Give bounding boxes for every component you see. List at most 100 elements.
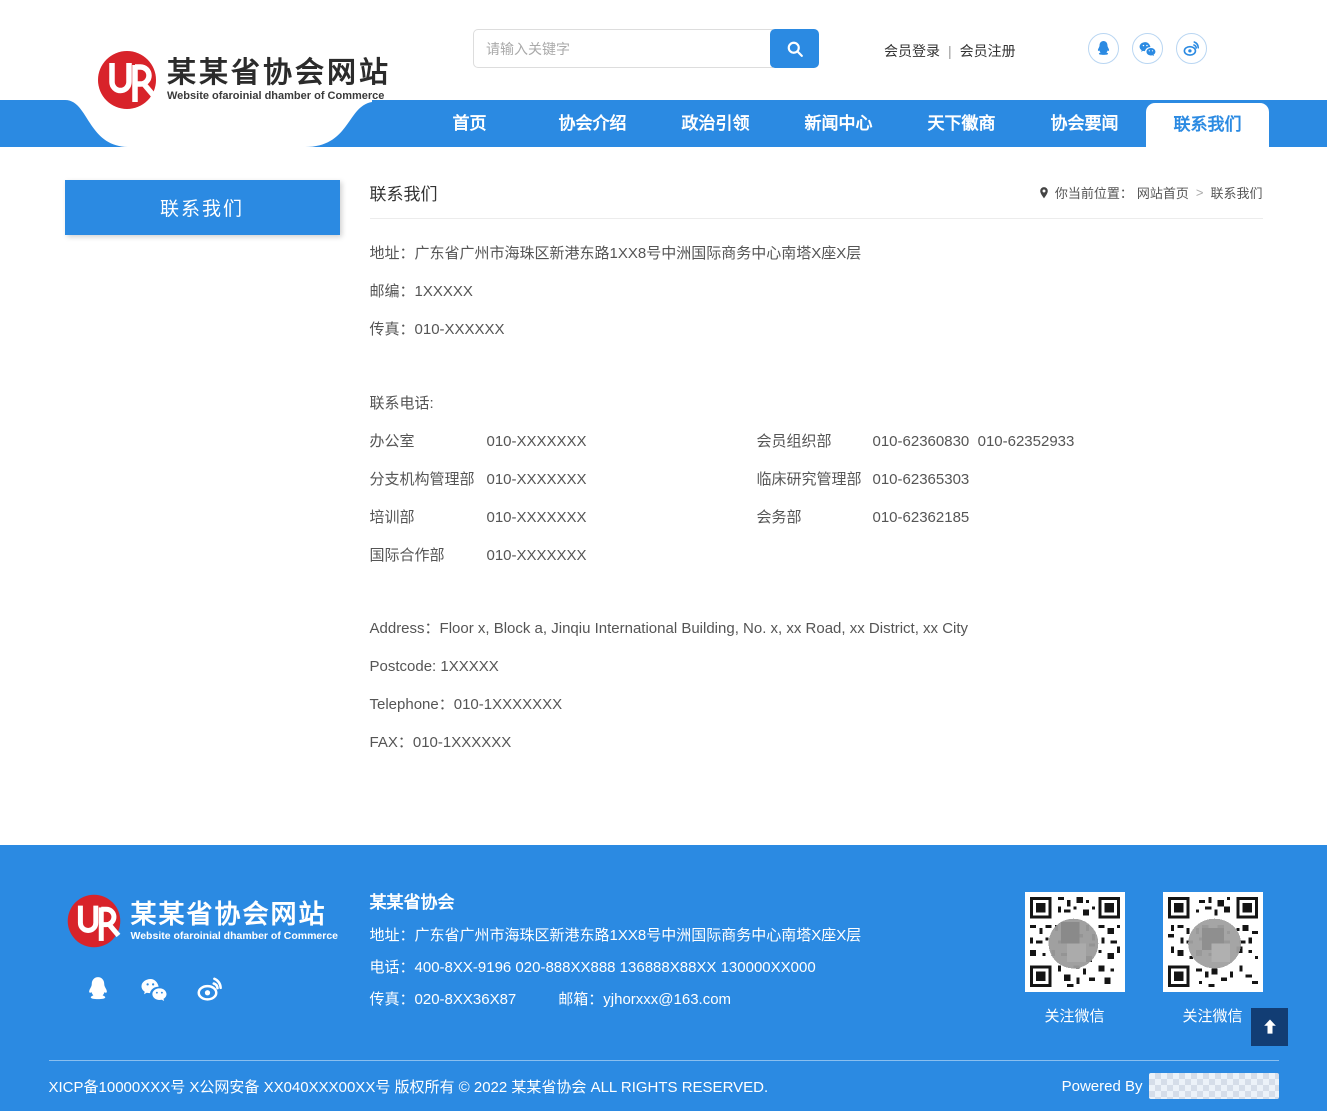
footer-contact-info: 某某省协会 地址：广东省广州市海珠区新港东路1XX8号中洲国际商务中心南塔X座X… (370, 892, 1025, 1026)
logo-title: 某某省协会网站 (167, 58, 391, 88)
phone-table: 办公室 010-XXXXXXX 会员组织部 010-62360830 010-6… (370, 423, 1263, 575)
footer-fax-value: 020-8XX36X87 (415, 991, 517, 1008)
footer-inner: 某某省协会网站 Website ofaroinial dhamber of Co… (65, 845, 1263, 1026)
dept-phone: 010-XXXXXXX (487, 423, 757, 461)
wechat-qr-code-1 (1025, 892, 1125, 992)
dept-phone: 010-XXXXXXX (487, 537, 757, 575)
postcode-label: 邮编： (370, 283, 415, 300)
fax-line: 传真：010-XXXXXX (370, 311, 1263, 349)
footer-logo-icon (65, 892, 123, 950)
nav-item-highlights[interactable]: 协会要闻 (1023, 100, 1146, 147)
nav-item-about[interactable]: 协会介绍 (531, 100, 654, 147)
location-pin-icon (1037, 186, 1051, 200)
contact-info-en: Address：Floor x, Block a, Jinqiu Interna… (370, 610, 1263, 762)
address-label: 地址： (370, 245, 415, 262)
fax-value: 010-XXXXXX (415, 321, 505, 338)
sidebar-item-contact[interactable]: 联系我们 (65, 180, 340, 235)
nav-item-news[interactable]: 新闻中心 (777, 100, 900, 147)
contact-info-cn: 地址：广东省广州市海珠区新港东路1XX8号中洲国际商务中心南塔X座X层 邮编：1… (370, 235, 1263, 349)
main-header: 联系我们 你当前位置： 网站首页 > 联系我们 (370, 180, 1263, 219)
fax-value-en: 010-1XXXXXX (413, 734, 511, 751)
bottom-bar: XICP备10000XXX号 X公网安备 XX040XXX00XX号 版权所有 … (0, 1060, 1327, 1111)
wechat-icon[interactable] (139, 974, 169, 1004)
telephone-label-en: Telephone： (370, 696, 454, 713)
dept-name: 培训部 (370, 499, 487, 537)
footer-logo: 某某省协会网站 Website ofaroinial dhamber of Co… (65, 892, 370, 950)
footer-address-label: 地址： (370, 927, 415, 944)
footer-org-name: 某某省协会 (370, 892, 1025, 914)
postcode-label-en: Postcode: (370, 658, 437, 675)
weibo-icon[interactable] (195, 974, 225, 1004)
site-logo[interactable]: 某某省协会网站 Website ofaroinial dhamber of Co… (95, 48, 391, 112)
nav-item-politics[interactable]: 政治引领 (654, 100, 777, 147)
member-login-link[interactable]: 会员登录 (884, 43, 940, 59)
qr-label-1: 关注微信 (1025, 1005, 1125, 1026)
bottom-bar-inner: XICP备10000XXX号 X公网安备 XX040XXX00XX号 版权所有 … (49, 1060, 1279, 1111)
footer-email-label: 邮箱： (558, 991, 603, 1008)
footer-logo-subtitle: Website ofaroinial dhamber of Commerce (131, 930, 339, 942)
back-to-top-button[interactable] (1251, 1008, 1288, 1046)
postcode-line: 邮编：1XXXXX (370, 273, 1263, 311)
dept-name: 临床研究管理部 (757, 461, 873, 499)
powered-by-label: Powered By (1062, 1078, 1143, 1095)
postcode-value: 1XXXXX (415, 283, 473, 300)
logo-subtitle: Website ofaroinial dhamber of Commerce (167, 90, 391, 102)
qr-item-1: 关注微信 (1025, 892, 1125, 1026)
fax-line-en: FAX：010-1XXXXXX (370, 724, 1263, 762)
qq-icon[interactable] (83, 974, 113, 1004)
telephone-line-en: Telephone：010-1XXXXXXX (370, 686, 1263, 724)
search-box (473, 29, 819, 68)
nav-item-contact-active[interactable]: 联系我们 (1146, 103, 1269, 147)
nav-item-home[interactable]: 首页 (408, 100, 531, 147)
powered-by-block: Powered By (1062, 1073, 1279, 1099)
address-line-en: Address：Floor x, Block a, Jinqiu Interna… (370, 610, 1263, 648)
main-panel: 联系我们 你当前位置： 网站首页 > 联系我们 地址：广东省广州市海珠区新港东路… (370, 180, 1263, 845)
dept-name: 会务部 (757, 499, 873, 537)
footer-fax-label: 传真： (370, 991, 415, 1008)
breadcrumb-current: 联系我们 (1210, 183, 1262, 202)
footer-address-line: 地址：广东省广州市海珠区新港东路1XX8号中洲国际商务中心南塔X座X层 (370, 920, 1025, 952)
phone-section: 联系电话: 办公室 010-XXXXXXX 会员组织部 010-62360830… (370, 385, 1263, 575)
address-label-en: Address： (370, 620, 440, 637)
dept-name: 办公室 (370, 423, 487, 461)
breadcrumb-home-link[interactable]: 网站首页 (1137, 183, 1189, 202)
header-social-icons (1088, 33, 1207, 64)
telephone-value-en: 010-1XXXXXXX (454, 696, 562, 713)
wechat-icon[interactable] (1132, 33, 1163, 64)
dept-phone: 010-62365303 (873, 461, 1263, 499)
dept-name: 国际合作部 (370, 537, 487, 575)
search-input[interactable] (473, 29, 773, 68)
search-button[interactable] (770, 29, 819, 68)
fax-label: 传真： (370, 321, 415, 338)
dept-phone: 010-62362185 (873, 499, 1263, 537)
dept-phone: 010-62360830 010-62352933 (873, 423, 1263, 461)
footer-email-value: yjhorxxx@163.com (603, 991, 731, 1008)
nav-item-merchants[interactable]: 天下徽商 (900, 100, 1023, 147)
postcode-line-en: Postcode: 1XXXXX (370, 648, 1263, 686)
breadcrumb: 你当前位置： 网站首页 > 联系我们 (1037, 183, 1263, 202)
footer-phone-value: 400-8XX-9196 020-888XX888 136888X88XX 13… (415, 959, 816, 976)
logo-text: 某某省协会网站 Website ofaroinial dhamber of Co… (167, 58, 391, 102)
search-icon (785, 39, 805, 59)
dept-phone: 010-XXXXXXX (487, 461, 757, 499)
dept-name: 分支机构管理部 (370, 461, 487, 499)
powered-by-logo (1149, 1073, 1279, 1099)
address-value: 广东省广州市海珠区新港东路1XX8号中洲国际商务中心南塔X座X层 (415, 245, 862, 262)
postcode-value-en: 1XXXXX (440, 658, 498, 675)
address-line: 地址：广东省广州市海珠区新港东路1XX8号中洲国际商务中心南塔X座X层 (370, 235, 1263, 273)
footer-phone-line: 电话：400-8XX-9196 020-888XX888 136888X88XX… (370, 952, 1025, 984)
qr-item-2: 关注微信 (1163, 892, 1263, 1026)
qq-icon[interactable] (1088, 33, 1119, 64)
footer-social-icons (83, 974, 370, 1004)
phone-section-title: 联系电话: (370, 385, 1263, 423)
footer-phone-label: 电话： (370, 959, 415, 976)
footer-logo-text: 某某省协会网站 Website ofaroinial dhamber of Co… (131, 900, 339, 942)
nav-list: 首页 协会介绍 政治引领 新闻中心 天下徽商 协会要闻 联系我们 (408, 100, 1269, 147)
content-area: 联系我们 联系我们 你当前位置： 网站首页 > 联系我们 地址：广东省广州市海珠… (65, 147, 1263, 845)
member-register-link[interactable]: 会员注册 (960, 43, 1016, 59)
sidebar: 联系我们 (65, 180, 340, 845)
qr-label-2: 关注微信 (1163, 1005, 1263, 1026)
logo-icon (95, 48, 159, 112)
weibo-icon[interactable] (1176, 33, 1207, 64)
site-footer: 某某省协会网站 Website ofaroinial dhamber of Co… (0, 845, 1327, 1060)
